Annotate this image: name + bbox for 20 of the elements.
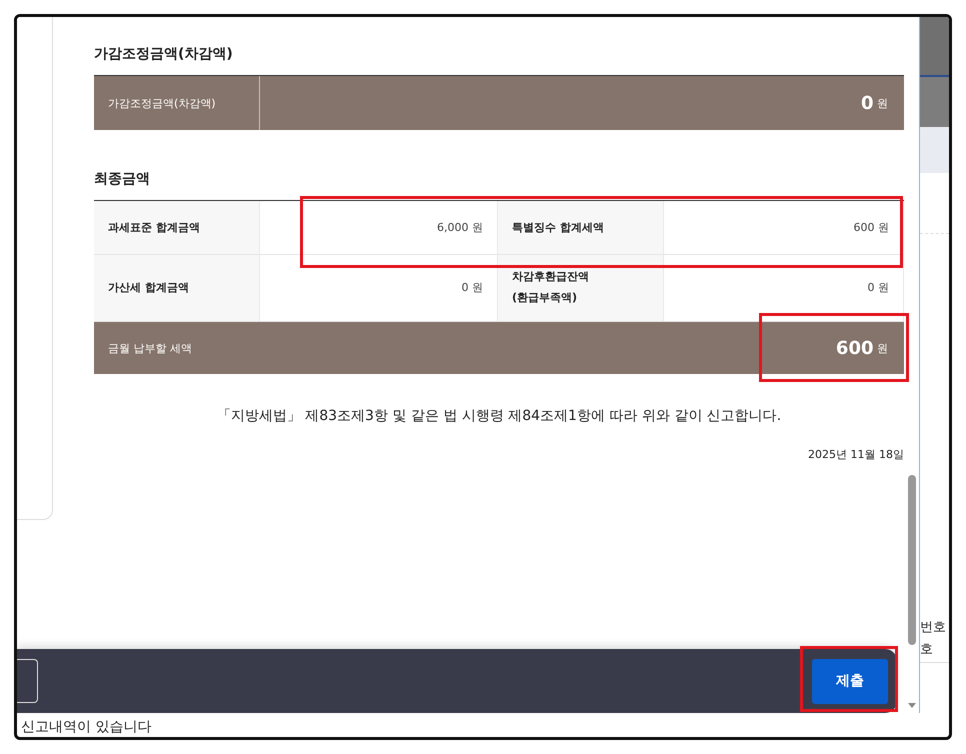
row-label: 과세표준 합계금액 (94, 201, 260, 255)
scrollbar-thumb[interactable] (908, 475, 916, 645)
declaration-text: 「지방세법」 제83조제3항 및 같은 법 시행령 제84조제1항에 따라 위와 같이 신고합니다. (216, 407, 782, 425)
amount-value: 600 원 (836, 336, 889, 360)
date-text: 2025년 11월 18일 (807, 447, 904, 462)
background-text: 호 (920, 641, 934, 659)
amount-value: 0 원 (860, 92, 889, 116)
row-label: 가산세 합계금액 (94, 255, 260, 322)
outline-button[interactable] (17, 659, 38, 703)
row-label: 금월 납부할 세액 (107, 340, 193, 356)
section-title: 최종금액 (94, 170, 151, 188)
scroll-down-icon[interactable] (908, 703, 916, 709)
amount-value: 600 원 (664, 201, 904, 255)
row-label: 특별징수 합계세액 (498, 201, 664, 255)
section-title: 가감조정금액(차감액) (94, 45, 234, 63)
background-text: 번호 (920, 619, 947, 637)
submit-button[interactable]: 제출 (812, 658, 888, 704)
row-label: 가감조정금액(차감액) (94, 76, 260, 130)
row-label: 차감후환급잔액 (환급부족액) (498, 255, 664, 322)
notice-text: 신고내역이 있습니다 (20, 718, 152, 737)
